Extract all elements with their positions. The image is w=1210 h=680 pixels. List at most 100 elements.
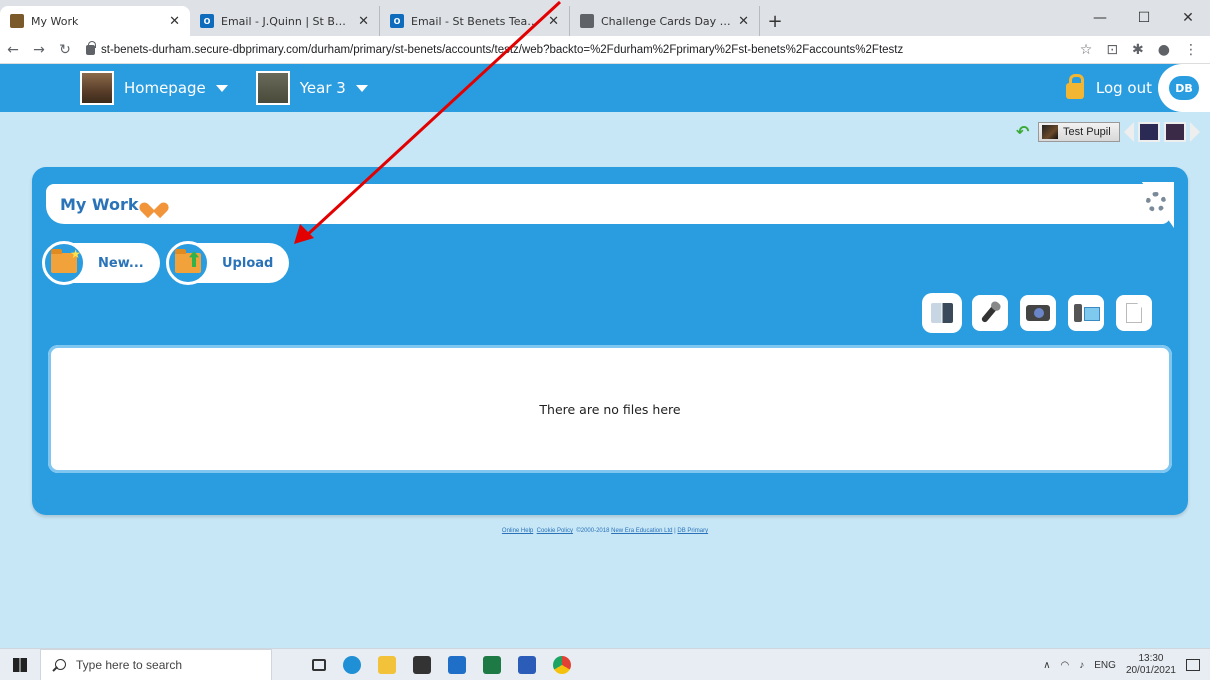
homepage-menu[interactable]: Homepage xyxy=(80,71,228,105)
tab-challenge-cards[interactable]: Challenge Cards Day 4.pdf ✕ xyxy=(570,6,760,36)
mail-icon[interactable] xyxy=(448,655,466,674)
camera-icon xyxy=(1026,305,1050,321)
tab-email-jquinn[interactable]: O Email - J.Quinn | St Benet's RCVA ✕ xyxy=(190,6,380,36)
empty-state-message: There are no files here xyxy=(539,401,681,417)
outlook-favicon-icon: O xyxy=(200,14,214,28)
more-icon[interactable]: ⋮ xyxy=(1184,42,1198,58)
upload-folder-icon xyxy=(175,249,201,273)
chrome-icon[interactable] xyxy=(553,655,571,674)
volume-icon[interactable]: ♪ xyxy=(1079,660,1084,671)
new-button[interactable]: ★ New... xyxy=(42,241,160,285)
media-toolbar xyxy=(924,295,1152,331)
search-icon xyxy=(55,659,66,670)
new-label: New... xyxy=(98,255,144,271)
microphone-icon xyxy=(980,302,1000,324)
logout-button[interactable]: Log out xyxy=(1065,64,1152,112)
search-placeholder: Type here to search xyxy=(76,657,183,672)
return-arrow-icon[interactable]: ↶ xyxy=(1016,123,1034,141)
chevron-left-icon[interactable] xyxy=(1123,122,1134,142)
user-switcher: ↶ Test Pupil xyxy=(1016,121,1200,143)
online-help-link[interactable]: Online Help xyxy=(502,528,533,534)
windows-start-icon[interactable] xyxy=(0,649,40,680)
word-icon[interactable] xyxy=(518,655,536,674)
current-user-chip[interactable]: Test Pupil xyxy=(1038,122,1120,142)
upload-button[interactable]: Upload xyxy=(166,241,290,285)
browser-actions: ☆ ⊡ ✱ ● ⋮ xyxy=(1080,42,1210,58)
theme-swatch[interactable] xyxy=(1137,122,1160,142)
app-top-bar: Homepage Year 3 Log out DB xyxy=(0,64,1210,112)
language-indicator[interactable]: ENG xyxy=(1094,660,1116,671)
video-button[interactable] xyxy=(1068,295,1104,331)
edge-icon[interactable] xyxy=(343,655,361,674)
new-tab-button[interactable]: + xyxy=(760,6,790,36)
outlook-favicon-icon: O xyxy=(390,14,404,28)
db-primary-link[interactable]: DB Primary xyxy=(677,528,708,534)
document-button[interactable] xyxy=(1116,295,1152,331)
my-work-panel: My Work ★ New... Upload There are no fil… xyxy=(32,167,1188,515)
network-icon[interactable]: ◠ xyxy=(1061,660,1070,671)
tab-title: Email - J.Quinn | St Benet's RCVA xyxy=(221,14,351,28)
owl-favicon-icon xyxy=(10,14,24,28)
gear-icon[interactable] xyxy=(1146,192,1166,212)
tab-email-teachers[interactable]: O Email - St Benets Teachers - Outl ✕ xyxy=(380,6,570,36)
panel-title-bar: My Work xyxy=(46,182,1174,228)
close-icon[interactable]: ✕ xyxy=(358,14,369,29)
forward-icon[interactable]: → xyxy=(26,42,52,58)
address-bar: ← → ↻ st-benets-durham.secure-dbprimary.… xyxy=(0,36,1210,64)
tab-title: Challenge Cards Day 4.pdf xyxy=(601,14,731,28)
notification-icon[interactable] xyxy=(1186,659,1200,671)
tab-title: My Work xyxy=(31,14,79,28)
window-close-icon[interactable]: ✕ xyxy=(1166,0,1210,36)
extension-icon[interactable]: ⊡ xyxy=(1106,42,1118,58)
cookie-policy-link[interactable]: Cookie Policy xyxy=(537,528,573,534)
clock-date: 20/01/2021 xyxy=(1125,665,1176,676)
excel-icon[interactable] xyxy=(483,655,501,674)
taskbar-search[interactable]: Type here to search xyxy=(40,648,272,680)
chevron-down-icon xyxy=(355,84,368,92)
upload-folder-badge xyxy=(166,241,210,285)
all-media-button[interactable] xyxy=(924,295,960,331)
new-folder-badge: ★ xyxy=(42,241,86,285)
video-camera-icon xyxy=(1074,304,1100,322)
reload-icon[interactable]: ↻ xyxy=(52,42,78,58)
clock-time: 13:30 xyxy=(1138,653,1164,664)
minimize-icon[interactable]: — xyxy=(1078,0,1122,36)
file-explorer-icon[interactable] xyxy=(378,655,396,674)
theme-swatch[interactable] xyxy=(1163,122,1186,142)
page-footer: Online Help Cookie Policy ©2000-2018 New… xyxy=(0,528,1210,534)
padlock-icon xyxy=(1065,74,1084,99)
upload-label: Upload xyxy=(222,255,274,271)
photo-button[interactable] xyxy=(1020,295,1056,331)
clock[interactable]: 13:30 20/01/2021 xyxy=(1126,653,1176,677)
heart-icon[interactable] xyxy=(145,196,163,212)
document-icon xyxy=(1126,303,1142,323)
close-icon[interactable]: ✕ xyxy=(548,14,559,29)
back-icon[interactable]: ← xyxy=(0,42,26,58)
profile-icon[interactable]: ● xyxy=(1158,42,1170,58)
close-icon[interactable]: ✕ xyxy=(738,14,749,29)
logo-text: DB xyxy=(1169,76,1199,100)
class-menu[interactable]: Year 3 xyxy=(255,71,368,105)
star-icon[interactable]: ☆ xyxy=(1080,42,1093,58)
url-field[interactable]: st-benets-durham.secure-dbprimary.com/du… xyxy=(78,39,1080,61)
new-folder-icon: ★ xyxy=(51,247,81,273)
copyright-text: ©2000-2018 xyxy=(576,528,610,534)
chevron-right-icon[interactable] xyxy=(1189,122,1200,142)
puzzle-icon[interactable]: ✱ xyxy=(1132,42,1144,58)
user-name: Test Pupil xyxy=(1063,126,1111,138)
company-link[interactable]: New Era Education Ltd xyxy=(611,528,672,534)
globe-favicon-icon xyxy=(580,14,594,28)
close-icon[interactable]: ✕ xyxy=(169,14,180,29)
audio-button[interactable] xyxy=(972,295,1008,331)
store-icon[interactable] xyxy=(413,655,431,674)
homepage-label: Homepage xyxy=(124,79,206,97)
tab-my-work[interactable]: My Work ✕ xyxy=(0,6,190,36)
maximize-icon[interactable]: ☐ xyxy=(1122,0,1166,36)
logout-label: Log out xyxy=(1095,79,1152,97)
db-logo[interactable]: DB xyxy=(1158,64,1210,112)
user-avatar xyxy=(1042,125,1058,139)
page-title: My Work xyxy=(60,194,139,214)
task-view-icon[interactable] xyxy=(312,658,326,671)
class-label: Year 3 xyxy=(299,79,346,97)
tray-overflow-icon[interactable]: ∧ xyxy=(1043,660,1050,671)
